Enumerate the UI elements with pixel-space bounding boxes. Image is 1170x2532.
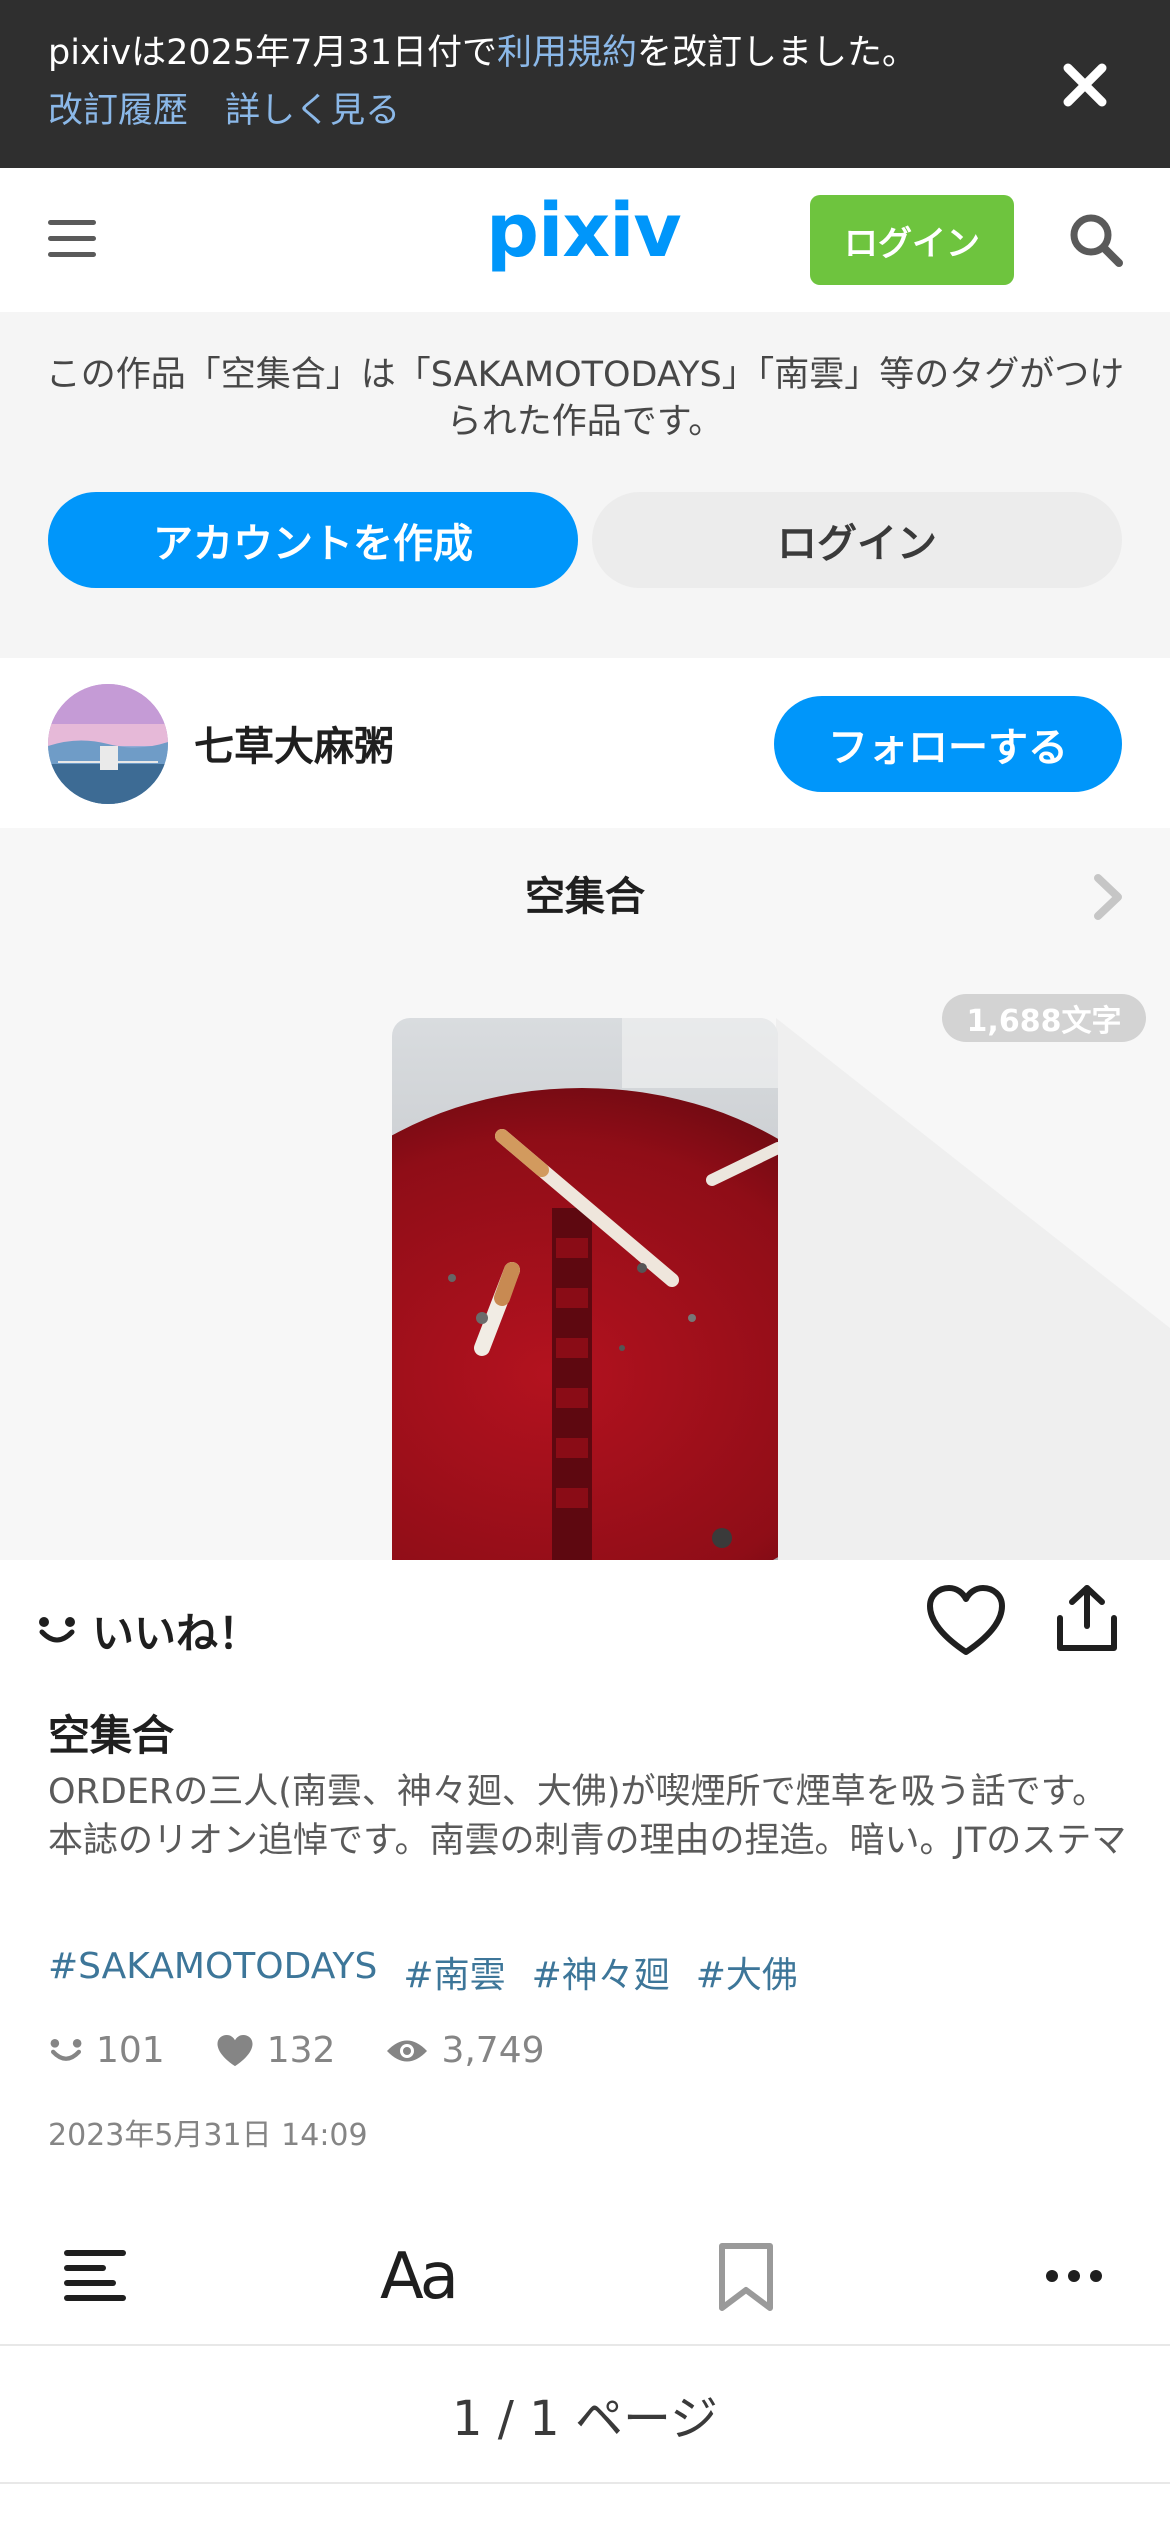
more-options-icon[interactable]	[1044, 2266, 1104, 2286]
smile-icon	[39, 1616, 75, 1642]
author-section: 七草大麻粥 フォローする	[0, 658, 1170, 828]
promo-text: この作品「空集合」は「SAKAMOTODAYS」「南雲」等のタグがつけられた作品…	[45, 355, 1125, 442]
cover-image[interactable]	[392, 1018, 778, 1560]
character-count-badge: 1,688文字	[942, 994, 1146, 1042]
details-link[interactable]: 詳しく見る	[225, 91, 400, 131]
notice-links: 改訂履歴 詳しく見る	[48, 88, 426, 134]
pixiv-logo[interactable]: pixiv	[486, 188, 682, 274]
search-icon[interactable]	[1068, 212, 1124, 268]
table-of-contents-icon[interactable]	[62, 2246, 128, 2306]
font-settings-button[interactable]: Aa	[380, 2240, 459, 2314]
iine-count-value: 101	[96, 2030, 165, 2071]
header-login-button[interactable]: ログイン	[810, 195, 1014, 285]
signup-promo: この作品「空集合」は「SAKAMOTODAYS」「南雲」等のタグがつけられた作品…	[0, 312, 1170, 658]
post-date: 2023年5月31日 14:09	[48, 2118, 368, 2153]
tag-link[interactable]: #大佛	[696, 1946, 798, 1998]
app-header: pixiv ログイン	[0, 168, 1170, 312]
tag-list: #SAKAMOTODAYS #南雲 #神々廻 #大佛	[48, 1946, 824, 1998]
notice-text-after: を改訂しました。	[636, 33, 917, 73]
cover-shadow	[776, 1018, 1170, 1560]
stats-row: 101 132 3,749	[48, 2030, 595, 2071]
revision-history-link[interactable]: 改訂履歴	[48, 91, 188, 131]
bookmark-icon[interactable]	[716, 2242, 776, 2312]
hamburger-menu-icon[interactable]	[48, 220, 96, 258]
close-icon[interactable]	[1062, 62, 1108, 108]
smile-icon	[50, 2038, 82, 2061]
series-title[interactable]: 空集合	[0, 864, 1170, 922]
heart-icon	[217, 2034, 253, 2066]
create-account-button[interactable]: アカウントを作成	[48, 492, 578, 588]
tag-link[interactable]: #SAKAMOTODAYS	[48, 1946, 377, 1998]
notice-text: pixivは2025年7月31日付で利用規約を改訂しました。	[48, 30, 917, 76]
iine-button[interactable]: いいね！	[36, 1600, 260, 1661]
like-count-value: 132	[266, 2030, 336, 2071]
view-count-value: 3,749	[441, 2030, 545, 2071]
tag-link[interactable]: #南雲	[403, 1946, 505, 1998]
page-indicator: 1 / 1 ページ	[0, 2344, 1170, 2484]
eye-icon	[387, 2040, 428, 2061]
terms-link[interactable]: 利用規約	[497, 33, 637, 73]
action-bar: いいね！	[0, 1560, 1170, 1690]
iine-count: 101	[48, 2030, 165, 2071]
promo-login-button[interactable]: ログイン	[592, 492, 1122, 588]
follow-button[interactable]: フォローする	[774, 696, 1122, 792]
chevron-right-icon[interactable]	[1090, 872, 1126, 922]
work-description: ORDERの三人(南雲、神々廻、大佛)が喫煙所で煙草を吸う話です。本誌のリオン追…	[48, 1772, 1127, 1861]
tag-link[interactable]: #神々廻	[532, 1946, 670, 1998]
work-title: 空集合	[48, 1711, 175, 1760]
iine-label: いいね！	[92, 1609, 261, 1658]
heart-icon[interactable]	[926, 1584, 1006, 1658]
share-icon[interactable]	[1054, 1582, 1120, 1654]
author-name[interactable]: 七草大麻粥	[194, 714, 394, 772]
like-count: 132	[215, 2030, 336, 2071]
view-count: 3,749	[385, 2030, 545, 2071]
reader-toolbar: Aa	[0, 2226, 1170, 2344]
notice-banner: pixivは2025年7月31日付で利用規約を改訂しました。 改訂履歴 詳しく見…	[0, 0, 1170, 168]
author-avatar[interactable]	[48, 684, 168, 804]
cover-area: 空集合 1,688文字	[0, 828, 1170, 1560]
notice-text-before: pixivは2025年7月31日付で	[48, 33, 497, 73]
